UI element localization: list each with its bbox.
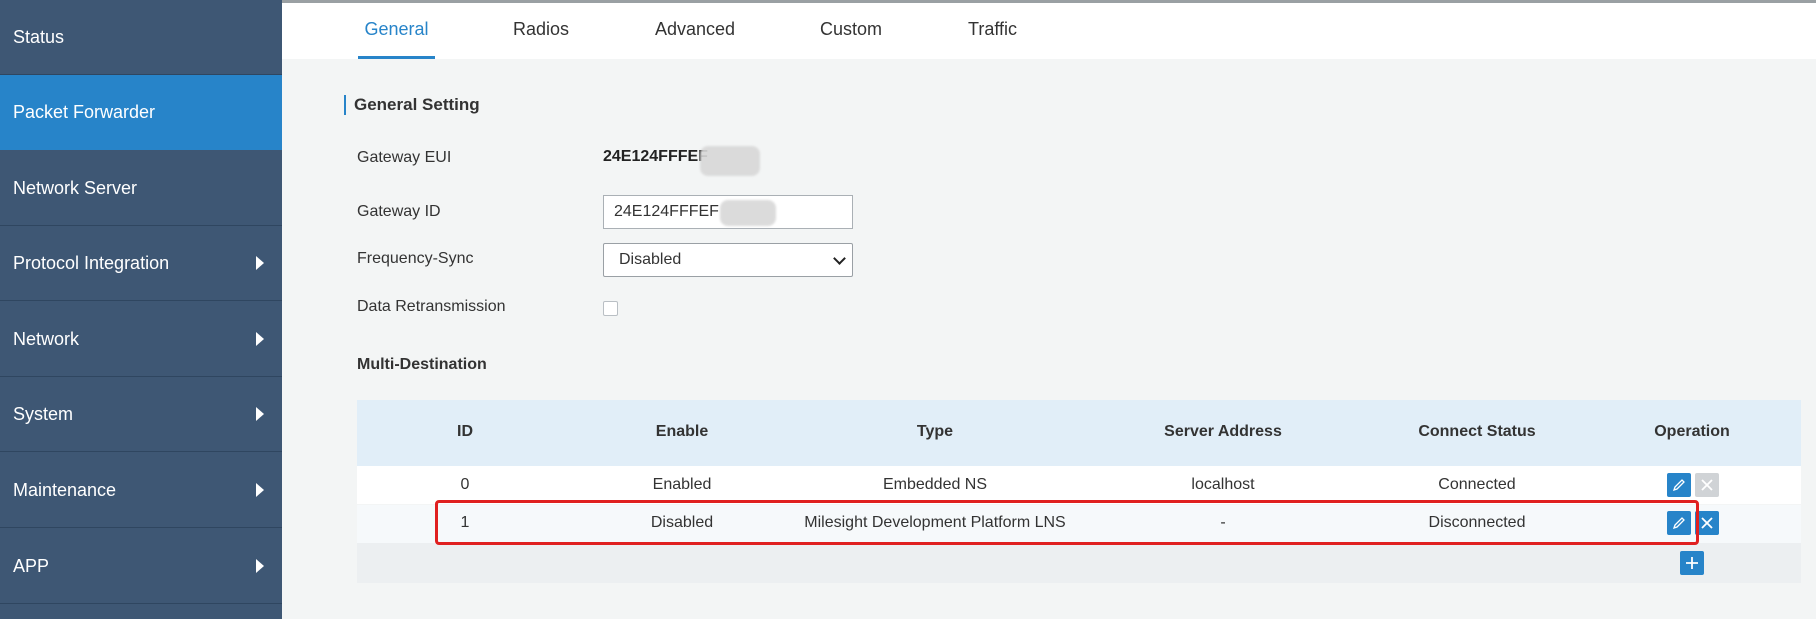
tab-bar: General Radios Advanced Custom Traffic: [282, 3, 1816, 59]
data-retransmission-label: Data Retransmission: [357, 298, 506, 315]
tab-label: Traffic: [968, 19, 1018, 39]
gateway-eui-value: 24E124FFFEF: [603, 148, 708, 165]
cell-id: 0: [460, 476, 470, 493]
column-header-type: Type: [916, 423, 954, 440]
gateway-id-label: Gateway ID: [357, 203, 441, 220]
edit-button[interactable]: [1667, 473, 1691, 497]
sidebar-item-app[interactable]: APP: [0, 529, 282, 604]
frequency-sync-label: Frequency-Sync: [357, 250, 474, 267]
sidebar-item-label: System: [13, 403, 74, 424]
gateway-eui-label: Gateway EUI: [357, 149, 452, 166]
tab-general[interactable]: General: [358, 3, 435, 59]
close-icon: [1701, 517, 1713, 529]
tab-label: Advanced: [655, 19, 736, 39]
sidebar-item-label: Network: [13, 328, 80, 349]
sidebar-item-network-server[interactable]: Network Server: [0, 151, 282, 226]
column-header-operation: Operation: [1654, 423, 1730, 440]
column-header-enable: Enable: [655, 423, 709, 440]
gateway-id-value: 24E124FFFEF: [614, 203, 719, 220]
sidebar-item-protocol-integration[interactable]: Protocol Integration: [0, 226, 282, 301]
triangle-right-icon: [256, 407, 264, 421]
redaction-blur: [720, 200, 776, 226]
sidebar: Status Packet Forwarder Network Server P…: [0, 0, 282, 619]
chevron-down-icon: [833, 252, 846, 265]
add-destination-button[interactable]: [1680, 551, 1704, 575]
sidebar-item-label: Network Server: [13, 177, 138, 198]
column-header-server-address: Server Address: [1164, 423, 1282, 440]
sidebar-item-network[interactable]: Network: [0, 302, 282, 377]
tab-label: Custom: [820, 19, 883, 39]
triangle-right-icon: [256, 256, 264, 270]
sidebar-item-label: APP: [13, 555, 50, 576]
delete-button-disabled: [1695, 473, 1719, 497]
section-title: General Setting: [344, 95, 480, 115]
cell-server-address: localhost: [1191, 476, 1255, 493]
highlight-box: [435, 500, 1699, 545]
sidebar-item-maintenance[interactable]: Maintenance: [0, 453, 282, 528]
cell-enable: Enabled: [652, 476, 712, 493]
plus-icon: [1686, 557, 1698, 569]
tab-custom[interactable]: Custom: [820, 3, 882, 59]
sidebar-item-label: Status: [13, 26, 65, 47]
tab-traffic[interactable]: Traffic: [968, 3, 1017, 59]
frequency-sync-select[interactable]: Disabled: [603, 243, 853, 277]
triangle-right-icon: [256, 559, 264, 573]
close-icon: [1701, 479, 1713, 491]
multi-destination-title: Multi-Destination: [357, 356, 487, 373]
sidebar-item-packet-forwarder[interactable]: Packet Forwarder: [0, 75, 282, 150]
column-header-id: ID: [457, 423, 473, 440]
cell-type: Embedded NS: [882, 476, 988, 493]
cell-connect-status: Connected: [1438, 476, 1516, 493]
triangle-right-icon: [256, 332, 264, 346]
sidebar-item-status[interactable]: Status: [0, 0, 282, 75]
table-footer: [357, 543, 1801, 583]
pencil-icon: [1672, 479, 1685, 492]
tab-label: Radios: [513, 19, 570, 39]
redaction-blur: [700, 146, 760, 176]
sidebar-item-system[interactable]: System: [0, 377, 282, 452]
tab-radios[interactable]: Radios: [513, 3, 569, 59]
frequency-sync-value: Disabled: [619, 251, 682, 268]
triangle-right-icon: [256, 483, 264, 497]
tab-label: General: [364, 19, 429, 39]
data-retransmission-checkbox[interactable]: [603, 301, 618, 316]
tab-advanced[interactable]: Advanced: [655, 3, 735, 59]
column-header-connect-status: Connect Status: [1418, 423, 1536, 440]
sidebar-item-label: Maintenance: [13, 479, 117, 500]
sidebar-item-label: Packet Forwarder: [13, 101, 156, 122]
sidebar-item-label: Protocol Integration: [13, 252, 170, 273]
